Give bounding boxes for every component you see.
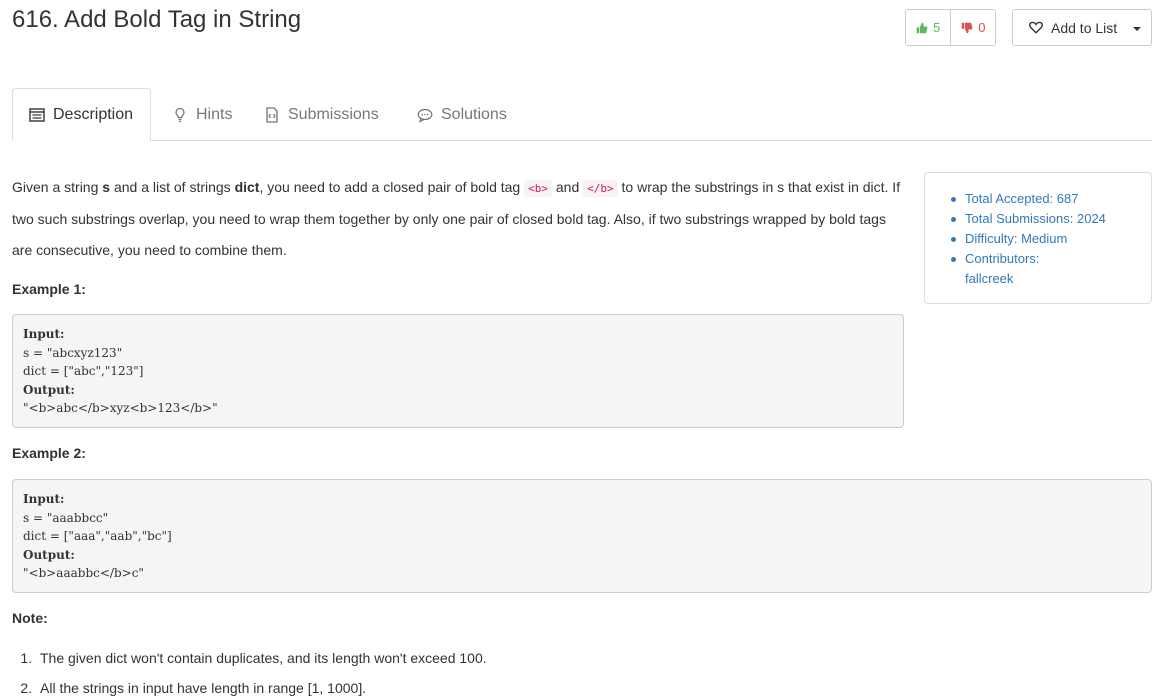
thumbs-down-icon (961, 22, 973, 33)
thumbs-up-icon (916, 22, 928, 33)
difficulty: Difficulty: Medium (951, 229, 1151, 249)
vote-group: 5 0 (905, 9, 997, 46)
downvote-count: 0 (978, 20, 986, 35)
inline-code-open-tag: <b> (524, 180, 552, 197)
tab-bar: Description Hints Submissions Solutions (12, 88, 1152, 141)
tab-hints[interactable]: Hints (172, 88, 232, 141)
example-output: "<b>aaabbc</b>c" (23, 566, 144, 580)
contributors: Contributors: fallcreek (951, 249, 1151, 289)
inline-code-close-tag: </b> (583, 180, 618, 197)
note-list: The given dict won't contain duplicates,… (36, 643, 487, 700)
lightbulb-icon (175, 107, 185, 122)
example-output: "<b>abc</b>xyz<b>123</b>" (23, 401, 218, 415)
code-file-icon (266, 106, 278, 123)
total-accepted: Total Accepted: 687 (951, 189, 1151, 209)
description-text: , you need to add a closed pair of bold … (259, 179, 521, 195)
example-1-heading: Example 1: (12, 281, 86, 297)
problem-title: 616. Add Bold Tag in String (12, 6, 302, 33)
upvote-count: 5 (933, 20, 941, 35)
note-item: The given dict won't contain duplicates,… (36, 643, 487, 673)
total-submissions: Total Submissions: 2024 (951, 209, 1151, 229)
tab-solutions-label: Solutions (441, 105, 507, 123)
description-icon (29, 107, 45, 122)
input-label: Input: (23, 327, 65, 341)
output-label: Output: (23, 382, 75, 397)
description-bold-dict: dict (234, 179, 260, 195)
tab-description[interactable]: Description (12, 88, 152, 141)
description-text: and a list of strings (113, 179, 231, 195)
example-line: dict = ["abc","123"] (23, 364, 144, 378)
stats-list: Total Accepted: 687 Total Submissions: 2… (925, 173, 1151, 289)
note-heading: Note: (12, 610, 48, 626)
tab-hints-label: Hints (196, 105, 233, 123)
example-2-code: Input: s = "aaabbcc" dict = ["aaa","aab"… (12, 479, 1152, 593)
example-line: s = "abcxyz123" (23, 345, 123, 360)
comment-icon (417, 108, 433, 123)
example-line: s = "aaabbcc" (23, 510, 109, 525)
example-1-code: Input: s = "abcxyz123" dict = ["abc","12… (12, 314, 904, 428)
heart-icon (1029, 21, 1043, 34)
upvote-button[interactable]: 5 (906, 10, 952, 45)
downvote-button[interactable]: 0 (951, 10, 996, 45)
add-to-list-label: Add to List (1051, 19, 1118, 36)
example-line: dict = ["aaa","aab","bc"] (23, 529, 172, 543)
description-bold-s: s (102, 179, 111, 195)
contributor-link[interactable]: fallcreek (965, 269, 1151, 289)
problem-description: Given a string s and a list of strings d… (12, 172, 904, 266)
stats-panel: Total Accepted: 687 Total Submissions: 2… (924, 172, 1152, 304)
description-text: and (555, 179, 580, 195)
chevron-down-icon (1133, 26, 1142, 31)
add-to-list-button[interactable]: Add to List (1012, 9, 1152, 46)
example-2-heading: Example 2: (12, 445, 86, 461)
tab-description-label: Description (53, 105, 134, 123)
note-item: All the strings in input have length in … (36, 673, 487, 700)
output-label: Output: (23, 547, 75, 562)
tab-submissions-label: Submissions (288, 105, 379, 123)
tab-submissions[interactable]: Submissions (264, 88, 379, 141)
description-text: Given a string (12, 179, 99, 195)
tab-solutions[interactable]: Solutions (417, 88, 507, 141)
input-label: Input: (23, 492, 65, 506)
contributors-label: Contributors: (965, 251, 1040, 266)
